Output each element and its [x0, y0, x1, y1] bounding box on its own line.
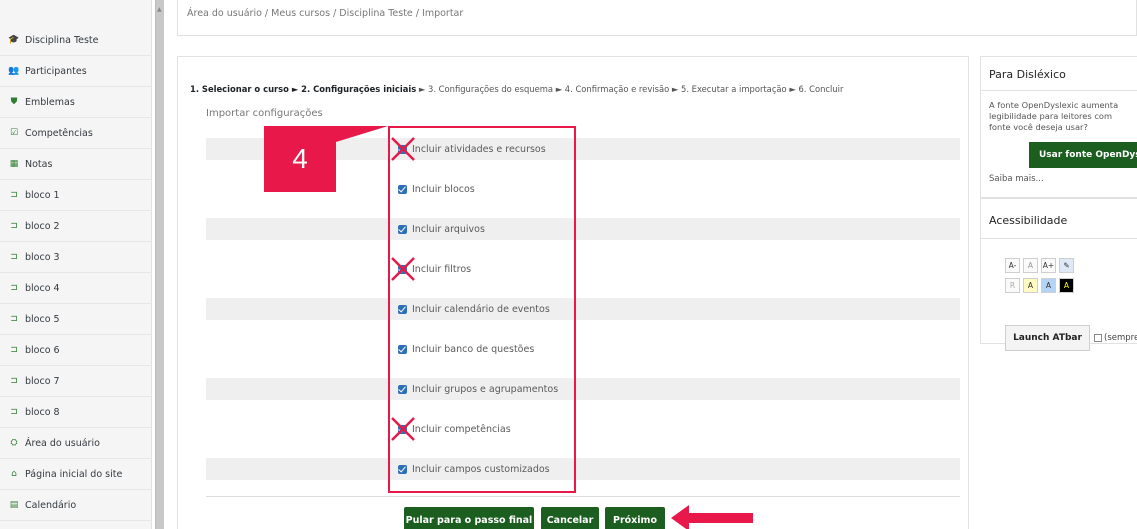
sidebar-item-bloco-8[interactable]: ⊐ bloco 8 — [0, 397, 152, 428]
section-title: Importar configurações — [206, 108, 323, 119]
sidebar-item-bloco-7[interactable]: ⊐ bloco 7 — [0, 366, 152, 397]
accessibility-block-title: Acessibilidade — [989, 214, 1068, 227]
breadcrumb[interactable]: Área do usuário / Meus cursos / Discipli… — [187, 8, 463, 19]
dashboard-icon: ⛭ — [10, 438, 18, 448]
form-row — [206, 378, 960, 400]
form-divider — [206, 496, 960, 497]
import-stepper: 1. Selecionar o curso ► 2. Configurações… — [190, 84, 843, 94]
skip-to-final-button[interactable]: Pular para o passo final — [404, 507, 534, 529]
sidebar-item-calendario[interactable]: ▤ Calendário — [0, 490, 152, 521]
sidebar-item-bloco-2[interactable]: ⊐ bloco 2 — [0, 211, 152, 242]
sidebar-item-competencias[interactable]: ☑ Competências — [0, 118, 152, 149]
sidebar-item-emblemas[interactable]: ⛊ Emblemas — [0, 87, 152, 118]
check-square-icon: ☑ — [9, 128, 19, 138]
calendar-icon: ▤ — [9, 500, 19, 510]
folder-outline-icon: ⊐ — [10, 190, 18, 200]
sidebar-scrollbar[interactable] — [155, 0, 164, 529]
sidebar-item-label: Disciplina Teste — [25, 34, 99, 46]
block-divider — [980, 238, 1137, 239]
contrast-yellow-button[interactable]: A — [1023, 278, 1038, 293]
sidebar-item-participantes[interactable]: 👥 Participantes — [0, 56, 152, 87]
dyslexic-description: A fonte OpenDyslexic aumenta legibilidad… — [989, 100, 1137, 133]
launch-atbar-button[interactable]: Launch ATbar — [1005, 325, 1090, 351]
users-icon: 👥 — [8, 66, 20, 76]
sidebar-item-disciplina-teste[interactable]: 🎓 Disciplina Teste — [0, 25, 152, 56]
desc-line: A fonte OpenDyslexic aumenta — [989, 100, 1119, 110]
sidebar-item-label: Emblemas — [25, 96, 75, 108]
block-divider — [980, 90, 1137, 91]
sidebar-item-label: bloco 3 — [25, 251, 60, 263]
form-row — [206, 458, 960, 480]
sidebar-item-bloco-1[interactable]: ⊐ bloco 1 — [0, 180, 152, 211]
next-button[interactable]: Próximo — [605, 507, 665, 529]
sidebar-item-bloco-5[interactable]: ⊐ bloco 5 — [0, 304, 152, 335]
sidebar-item-bloco-4[interactable]: ⊐ bloco 4 — [0, 273, 152, 304]
contrast-black-button[interactable]: A — [1059, 278, 1074, 293]
sidebar-item-label: Participantes — [25, 65, 87, 77]
sidebar-item-label: bloco 6 — [25, 344, 60, 356]
sidebar-item-label: Área do usuário — [25, 437, 100, 449]
font-decrease-button[interactable]: A- — [1005, 258, 1020, 273]
annotation-highlight-box — [388, 126, 576, 493]
folder-outline-icon: ⊐ — [10, 345, 18, 355]
checkbox-unchecked-icon[interactable] — [1094, 334, 1102, 342]
folder-outline-icon: ⊐ — [10, 221, 18, 231]
cross-mark-icon — [391, 137, 415, 161]
contrast-reset-button[interactable]: R — [1005, 278, 1020, 293]
contrast-blue-button[interactable]: A — [1041, 278, 1056, 293]
form-row — [206, 258, 960, 280]
form-row — [206, 418, 960, 440]
sidebar-item-label: bloco 5 — [25, 313, 60, 325]
sidebar-item-pagina-inicial[interactable]: ⌂ Página inicial do site — [0, 459, 152, 490]
shield-icon: ⛊ — [10, 97, 18, 107]
font-reset-button[interactable]: A — [1023, 258, 1038, 273]
sidebar-item-label: Página inicial do site — [25, 468, 123, 480]
desc-line: legibilidade para leitores com — [989, 111, 1113, 121]
sidebar-item-area-do-usuario[interactable]: ⛭ Área do usuário — [0, 428, 152, 459]
font-increase-button[interactable]: A+ — [1041, 258, 1056, 273]
table-icon: ▦ — [9, 159, 19, 169]
sidebar-item-notas[interactable]: ▦ Notas — [0, 149, 152, 180]
sidebar-item-label: bloco 2 — [25, 220, 60, 232]
course-sidebar: 🎓 Disciplina Teste 👥 Participantes ⛊ Emblem… — [0, 0, 152, 529]
folder-outline-icon: ⊐ — [10, 314, 18, 324]
folder-outline-icon: ⊐ — [10, 252, 18, 262]
dyslexic-block-title: Para Disléxico — [989, 68, 1066, 81]
annotation-number: 4 — [292, 143, 308, 174]
form-row — [206, 218, 960, 240]
folder-outline-icon: ⊐ — [10, 283, 18, 293]
sidebar-item-bloco-3[interactable]: ⊐ bloco 3 — [0, 242, 152, 273]
always-label: (sempre) — [1104, 333, 1137, 343]
graduation-cap-icon: 🎓 — [8, 35, 20, 45]
form-row — [206, 338, 960, 360]
desc-line: fonte você deseja usar? — [989, 122, 1088, 132]
annotation-arrow-icon — [671, 505, 753, 529]
form-row — [206, 298, 960, 320]
cancel-button[interactable]: Cancelar — [541, 507, 599, 529]
sidebar-item-label: bloco 7 — [25, 375, 60, 387]
learn-more-link[interactable]: Saiba mais... — [989, 174, 1044, 184]
always-checkbox[interactable]: (sempre) — [1094, 333, 1137, 343]
sidebar-item-label: Calendário — [25, 499, 77, 511]
folder-outline-icon: ⊐ — [10, 376, 18, 386]
sidebar-item-label: Competências — [25, 127, 93, 139]
stepper-done-steps: 1. Selecionar o curso ► 2. Configurações… — [190, 84, 417, 94]
cross-mark-icon — [391, 417, 415, 441]
stepper-pending-steps: ► 3. Configurações do esquema ► 4. Confi… — [416, 84, 844, 94]
sidebar-item-label: bloco 4 — [25, 282, 60, 294]
sidebar-item-label: bloco 8 — [25, 406, 60, 418]
cross-mark-icon — [391, 257, 415, 281]
sidebar-item-label: Notas — [25, 158, 53, 170]
scroll-up-arrow-icon[interactable]: ▲ — [157, 6, 162, 13]
sidebar-item-label: bloco 1 — [25, 189, 60, 201]
sidebar-item-bloco-6[interactable]: ⊐ bloco 6 — [0, 335, 152, 366]
color-picker-icon[interactable]: ✎ — [1059, 258, 1074, 273]
use-opendyslexic-button[interactable]: Usar fonte OpenDyslexic — [1029, 142, 1137, 168]
home-icon: ⌂ — [11, 469, 17, 479]
folder-outline-icon: ⊐ — [10, 407, 18, 417]
